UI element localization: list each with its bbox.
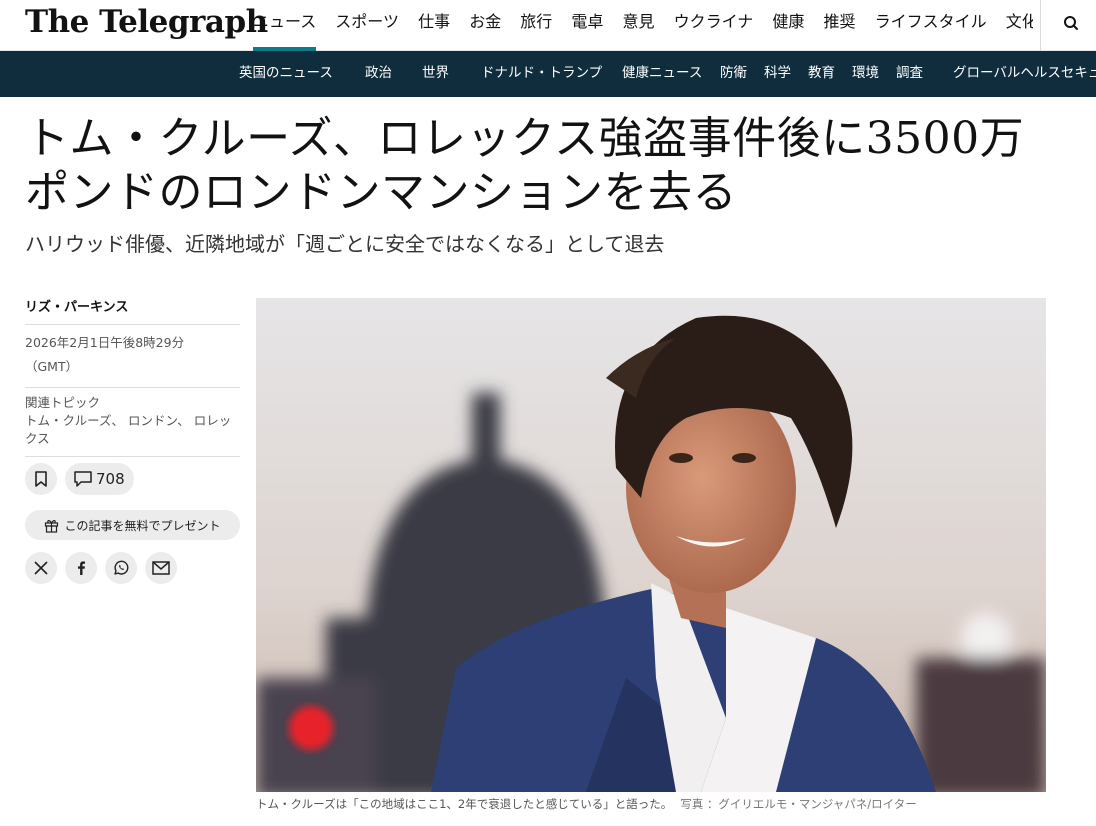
share-facebook-button[interactable] [65,552,97,584]
comment-count: 708 [96,470,125,488]
share-buttons [25,552,240,584]
x-icon [34,561,48,575]
gift-article-button[interactable]: この記事を無料でプレゼント [25,510,240,540]
subnav-item-defence[interactable]: 防衛 [720,51,747,95]
author-name[interactable]: リズ・パーキンス [25,296,240,325]
publish-date: 2026年2月1日午後8時29分 （GMT） [25,325,240,388]
subnav-item-environment[interactable]: 環境 [852,51,879,95]
article-headline: トム・クルーズ、ロレックス強盗事件後に3500万ポンドのロンドンマンションを去る [25,113,1025,218]
photo-credit: 写真 ：グイリエルモ・マンジャパネ/ロイター [680,797,917,811]
comments-button[interactable]: 708 [65,463,134,495]
publish-timezone: （GMT） [25,359,79,374]
comment-icon [74,471,92,487]
top-header: The Telegraph ニュース スポーツ 仕事 お金 旅行 電卓 意見 ウ… [0,0,1096,51]
subnav-item-world[interactable]: 世界 [422,51,449,95]
nav-item-ukraine[interactable]: ウクライナ [674,0,754,51]
photo-caption-text: トム・クルーズは「この地域はここ1、2年で衰退したと感じている」と語った。 [256,797,673,811]
share-email-button[interactable] [145,552,177,584]
whatsapp-icon [114,560,129,575]
article-main-photo [256,298,1046,792]
article-meta-sidebar: リズ・パーキンス 2026年2月1日午後8時29分 （GMT） 関連トピック ト… [25,296,240,584]
nav-item-recommended[interactable]: 推奨 [824,0,856,51]
photo-caption: トム・クルーズは「この地域はここ1、2年で衰退したと感じている」と語った。 写真 … [256,796,1046,812]
article-actions: 708 [25,463,240,495]
nav-item-calculator[interactable]: 電卓 [571,0,603,51]
nav-item-news[interactable]: ニュース [253,0,317,51]
share-whatsapp-button[interactable] [105,552,137,584]
bookmark-button[interactable] [25,463,57,495]
search-icon [1064,16,1078,30]
subnav-item-science[interactable]: 科学 [764,51,791,95]
subnav-item-politics[interactable]: 政治 [365,51,392,95]
bookmark-icon [35,471,47,487]
telegraph-logo[interactable]: The Telegraph [25,4,268,40]
subnav-item-education[interactable]: 教育 [808,51,835,95]
tom-cruise-photo [256,298,1046,792]
nav-item-jobs[interactable]: 仕事 [418,0,450,51]
nav-item-travel[interactable]: 旅行 [520,0,552,51]
share-x-button[interactable] [25,552,57,584]
search-divider [1040,0,1041,51]
email-icon [152,561,170,575]
nav-item-lifestyle[interactable]: ライフスタイル [875,0,987,51]
subnav-item-investigations[interactable]: 調査 [896,51,923,95]
main-nav: ニュース スポーツ 仕事 お金 旅行 電卓 意見 ウクライナ 健康 推奨 ライフ… [253,0,1033,51]
publish-date-line: 2026年2月1日午後8時29分 [25,335,185,350]
section-subnav: 英国のニュース 政治 世界 ドナルド・トランプ 健康ニュース 防衛 科学 教育 … [0,51,1096,97]
article-standfirst: ハリウッド俳優、近隣地域が「週ごとに安全ではなくなる」として退去 [25,232,665,256]
gift-icon [45,519,59,533]
related-topics: 関連トピック トム・クルーズ、 ロンドン、 ロレックス [25,388,240,457]
nav-item-sport[interactable]: スポーツ [335,0,399,51]
nav-item-money[interactable]: お金 [469,0,501,51]
subnav-item-health-news[interactable]: 健康ニュース [622,51,702,95]
facebook-icon [78,561,85,575]
subnav-item-uk-news[interactable]: 英国のニュース [239,51,333,95]
subnav-item-trump[interactable]: ドナルド・トランプ [481,51,602,95]
subnav-item-global-health[interactable]: グローバルヘルスセキュ [953,51,1096,95]
search-button[interactable] [1058,11,1084,37]
related-topics-links[interactable]: トム・クルーズ、 ロンドン、 ロレックス [25,412,240,448]
gift-article-label: この記事を無料でプレゼント [64,518,221,533]
nav-item-culture[interactable]: 文化 [1006,0,1033,51]
nav-item-health[interactable]: 健康 [772,0,804,51]
nav-item-opinion[interactable]: 意見 [623,0,655,51]
related-topics-label: 関連トピック [25,395,101,410]
